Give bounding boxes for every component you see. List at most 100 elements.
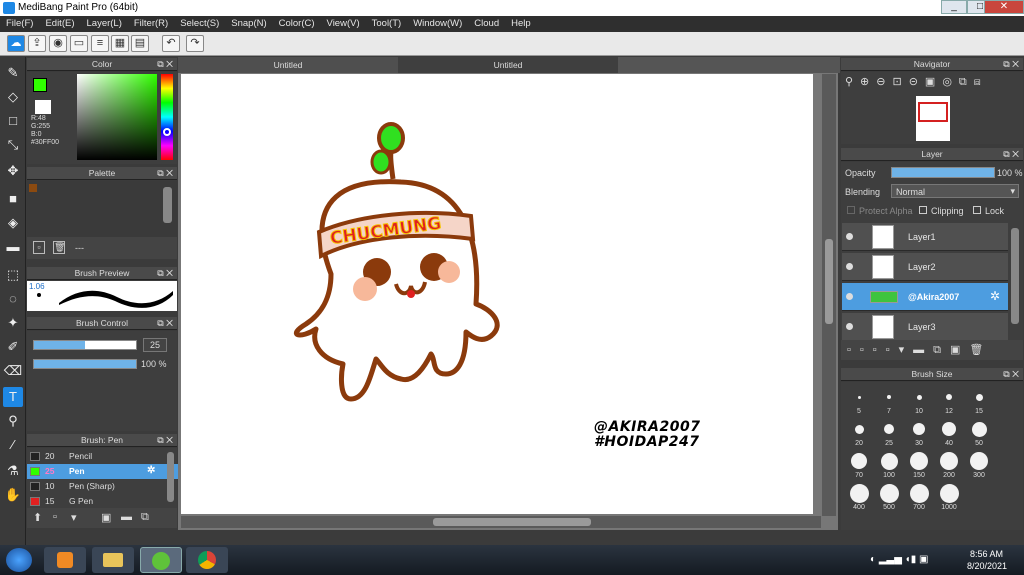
- cloud-icon[interactable]: ☁: [7, 35, 25, 52]
- lock-checkbox[interactable]: [973, 206, 981, 214]
- menu-snap[interactable]: Snap(N): [225, 16, 272, 29]
- menu-select[interactable]: Select(S): [174, 16, 225, 29]
- gear-icon[interactable]: ✲: [990, 289, 1000, 303]
- chat-icon[interactable]: ▭: [70, 35, 88, 52]
- media-player-icon[interactable]: [44, 547, 86, 573]
- canvas-vertical-scrollbar[interactable]: [822, 74, 836, 516]
- menu-tool[interactable]: Tool(T): [366, 16, 408, 29]
- start-button[interactable]: [6, 548, 32, 572]
- brush-size-slider[interactable]: [33, 340, 137, 350]
- color-picker-square[interactable]: [77, 74, 157, 160]
- gear-icon[interactable]: ✲: [147, 465, 155, 476]
- menu-window[interactable]: Window(W): [407, 16, 468, 29]
- medibang-taskbar-icon[interactable]: [140, 547, 182, 573]
- menu-filter[interactable]: Filter(R): [128, 16, 174, 29]
- file-explorer-icon[interactable]: [92, 547, 134, 573]
- brush-size-option[interactable]: 700: [904, 482, 934, 512]
- brush-size-option[interactable]: 150: [904, 450, 934, 480]
- panel-close-icon[interactable]: ⧉ ✕: [1003, 58, 1019, 71]
- brush-tool-icon[interactable]: ✎: [3, 63, 23, 83]
- drawing-canvas[interactable]: CHUCMUNG @AKIRA2007 #HOIDAP247: [181, 74, 813, 514]
- eye-icon[interactable]: [846, 233, 853, 240]
- brush-settings-icon[interactable]: ▣: [101, 511, 111, 524]
- tab-untitled-1[interactable]: Untitled: [178, 57, 398, 73]
- select-tool-icon[interactable]: ⬚: [3, 265, 23, 285]
- eye-icon[interactable]: [846, 323, 853, 330]
- select-pen-tool-icon[interactable]: ✐: [3, 337, 23, 357]
- redo-icon[interactable]: ↷: [186, 35, 204, 52]
- menu-view[interactable]: View(V): [321, 16, 366, 29]
- brush-opacity-slider[interactable]: [33, 359, 137, 369]
- panel-close-icon[interactable]: ⧉ ✕: [157, 58, 173, 71]
- chrome-icon[interactable]: [186, 547, 228, 573]
- document-icon[interactable]: ≡: [91, 35, 109, 52]
- comment-icon[interactable]: ◉: [49, 35, 67, 52]
- palette-swatch[interactable]: [29, 184, 37, 192]
- eraser-tool-icon[interactable]: ◇: [3, 87, 23, 107]
- fill-rect-tool-icon[interactable]: ■: [3, 189, 23, 209]
- brush-size-option[interactable]: 15: [964, 386, 994, 416]
- foreground-color-swatch[interactable]: [33, 78, 47, 92]
- operation-tool-icon[interactable]: ⚲: [3, 411, 23, 431]
- brush-size-option[interactable]: 100: [874, 450, 904, 480]
- brush-size-option[interactable]: 500: [874, 482, 904, 512]
- brush-size-option[interactable]: 12: [934, 386, 964, 416]
- select-eraser-tool-icon[interactable]: ⌫: [3, 361, 23, 381]
- undo-icon[interactable]: ↶: [162, 35, 180, 52]
- new-brush-icon[interactable]: ▫: [53, 511, 57, 523]
- share-icon[interactable]: ⇪: [28, 35, 46, 52]
- palette-scrollbar[interactable]: [163, 187, 172, 223]
- eye-icon[interactable]: [846, 263, 853, 270]
- brush-size-value[interactable]: 25: [143, 338, 167, 352]
- lasso-tool-icon[interactable]: ◌: [3, 289, 23, 309]
- layer-toolbar[interactable]: ▫▫▫▫▾▬⧉▣🗑: [841, 340, 1023, 360]
- hue-slider[interactable]: [161, 74, 173, 160]
- grid-icon[interactable]: ▤: [131, 35, 149, 52]
- duplicate-icon[interactable]: ⧉: [141, 511, 149, 524]
- brush-size-option[interactable]: 5: [844, 386, 874, 416]
- brush-size-option[interactable]: 1000: [934, 482, 964, 512]
- protect-alpha-checkbox[interactable]: [847, 206, 855, 214]
- eye-icon[interactable]: [846, 293, 853, 300]
- cloud-brush-icon[interactable]: ⬆: [33, 511, 42, 524]
- gradient-tool-icon[interactable]: ▬: [3, 237, 23, 257]
- close-button[interactable]: ✕: [984, 0, 1024, 14]
- rectangle-tool-icon[interactable]: □: [3, 111, 23, 131]
- brush-size-option[interactable]: 200: [934, 450, 964, 480]
- canvas-horizontal-scrollbar[interactable]: [181, 516, 821, 528]
- panel-close-icon[interactable]: ⧉ ✕: [1003, 368, 1019, 381]
- brush-size-option[interactable]: 300: [964, 450, 994, 480]
- hue-handle[interactable]: [163, 128, 171, 136]
- navigator-toolbar[interactable]: ⚲⊕⊖⊡⊝▣◎⧉⧈: [845, 75, 1015, 93]
- divide-tool-icon[interactable]: ⁄: [3, 435, 23, 455]
- clipping-checkbox[interactable]: [919, 206, 927, 214]
- panel-close-icon[interactable]: ⧉ ✕: [157, 167, 173, 180]
- brush-size-option[interactable]: 10: [904, 386, 934, 416]
- blending-select[interactable]: Normal ▾: [891, 184, 1019, 198]
- new-palette-icon[interactable]: ▫: [33, 241, 45, 254]
- transparent-swatch[interactable]: [35, 100, 51, 114]
- minimize-button[interactable]: _: [941, 0, 967, 14]
- layer-item[interactable]: Layer2: [842, 253, 1008, 281]
- menu-layer[interactable]: Layer(L): [81, 16, 128, 29]
- brush-size-option[interactable]: 30: [904, 418, 934, 448]
- brush-size-option[interactable]: 400: [844, 482, 874, 512]
- navigator-thumbnail[interactable]: [916, 96, 950, 141]
- trash-icon[interactable]: 🗑: [53, 241, 65, 254]
- brush-size-option[interactable]: 20: [844, 418, 874, 448]
- brush-list-scrollbar[interactable]: [167, 452, 174, 502]
- layer-scrollbar[interactable]: [1011, 228, 1019, 324]
- menu-cloud[interactable]: Cloud: [468, 16, 505, 29]
- layer-item[interactable]: @Akira2007 ✲: [842, 283, 1008, 311]
- tray-icons[interactable]: ◐ ▂▃▅ ◖▮ ▣: [870, 554, 928, 565]
- panel-close-icon[interactable]: ⧉ ✕: [157, 267, 173, 280]
- panel-close-icon[interactable]: ⧉ ✕: [157, 434, 173, 447]
- layer-opacity-slider[interactable]: [891, 167, 995, 178]
- menu-file[interactable]: File(F): [0, 16, 39, 29]
- menu-color[interactable]: Color(C): [273, 16, 321, 29]
- hand-tool-icon[interactable]: ✋: [3, 485, 23, 505]
- menu-edit[interactable]: Edit(E): [39, 16, 80, 29]
- panel-close-icon[interactable]: ⧉ ✕: [157, 317, 173, 330]
- tab-untitled-2[interactable]: Untitled: [398, 57, 618, 73]
- layer-item[interactable]: Layer1: [842, 223, 1008, 251]
